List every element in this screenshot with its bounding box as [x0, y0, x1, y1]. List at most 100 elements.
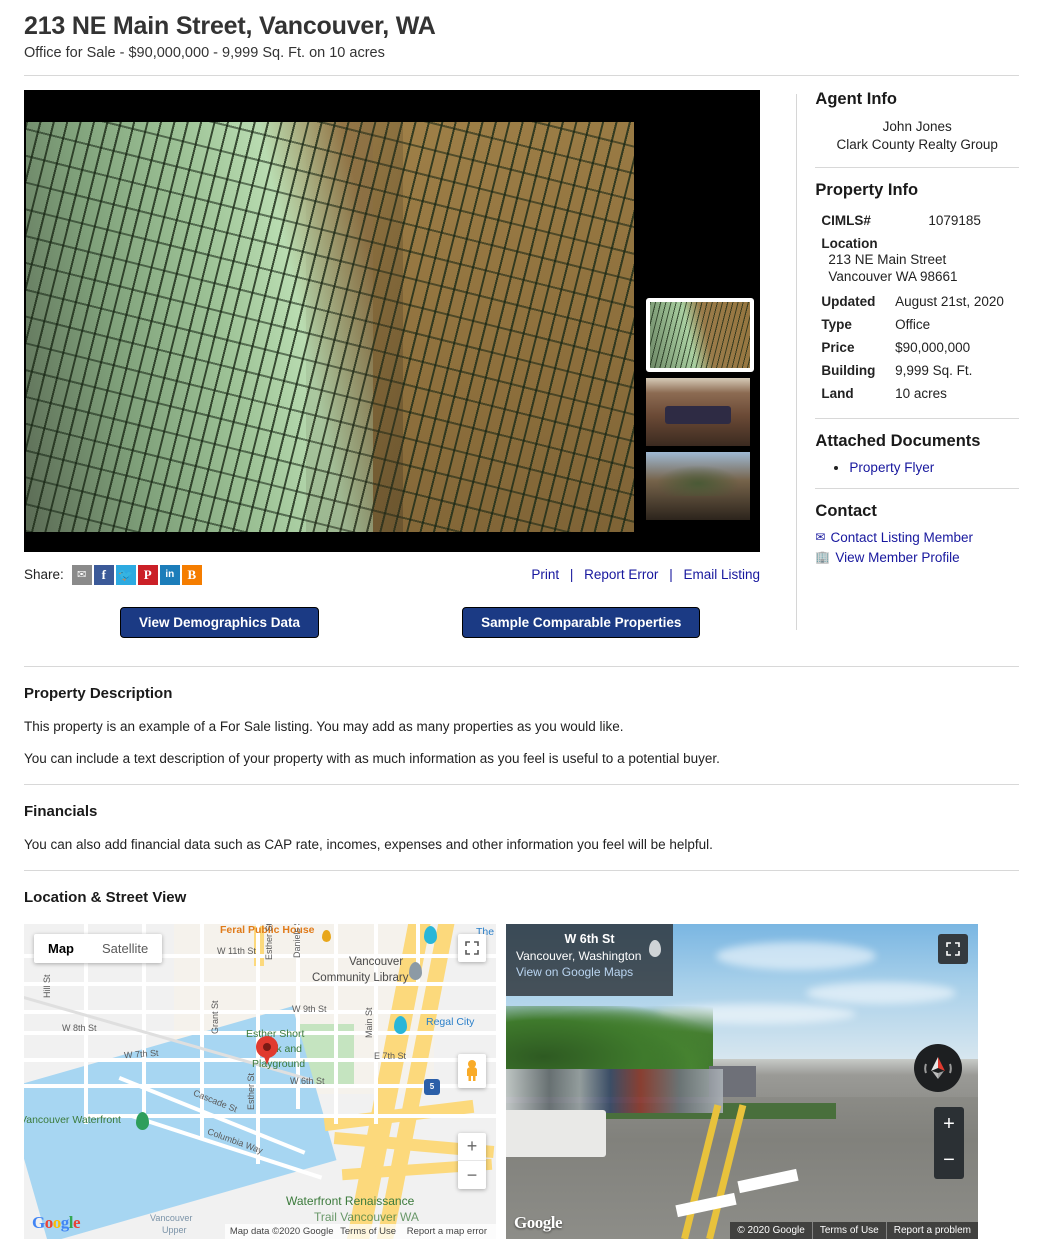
map-type-toggle[interactable]: Map Satellite [34, 933, 163, 963]
action-separator-2: | [669, 567, 673, 583]
map-property-marker[interactable] [256, 1035, 278, 1066]
financials-heading: Financials [24, 802, 98, 820]
map-zoom-out-button[interactable]: − [458, 1161, 486, 1189]
gallery-column: Share: ✉ f 🐦 P in B Print | Report Error… [24, 76, 786, 638]
thumbnail-building-exterior[interactable] [646, 297, 754, 372]
street-view-report-link[interactable]: Report a problem [885, 1221, 978, 1239]
map-terms-of-use-link[interactable]: Terms of Use [336, 1226, 400, 1237]
map-label-w8th-st: W 8th St [62, 1022, 97, 1033]
sample-comparables-button[interactable]: Sample Comparable Properties [462, 606, 701, 638]
location-street-view-heading: Location & Street View [24, 888, 187, 906]
map-label-waterfront-renaissance: Waterfront Renaissance [286, 1193, 415, 1208]
street-view-panel[interactable]: W 6th St Vancouver, Washington View on G… [506, 923, 978, 1239]
map-poi-library-icon[interactable] [409, 961, 422, 980]
financials-p1: You can also add financial data such as … [24, 836, 713, 852]
page-header: 213 NE Main Street, Vancouver, WA Office… [0, 0, 1043, 76]
pinterest-share-icon[interactable]: P [137, 564, 158, 585]
map-report-error-link[interactable]: Report a map error [403, 1226, 491, 1237]
property-row-type: Type Office [815, 313, 1019, 336]
top-content-area: Share: ✉ f 🐦 P in B Print | Report Error… [0, 76, 1043, 638]
map-poi-theater-icon[interactable] [394, 1015, 407, 1034]
street-view-cloud-1 [716, 941, 876, 970]
street-view-white-truck [506, 1109, 606, 1157]
map-label-vancouver-lower: Vancouver [150, 1212, 193, 1223]
map-poi-restaurant-icon[interactable] [322, 929, 331, 942]
contact-listing-member-link[interactable]: Contact Listing Member [830, 530, 973, 545]
street-view-pin-icon [649, 939, 661, 957]
share-icons: ✉ f 🐦 P in B [71, 564, 202, 585]
property-row-cimls: CIMLS# 1079185 [815, 209, 1019, 232]
agent-name: John Jones [882, 118, 952, 134]
land-label: Land [821, 385, 854, 401]
street-view-terms-link[interactable]: Terms of Use [811, 1221, 886, 1239]
view-demographics-button[interactable]: View Demographics Data [120, 606, 320, 638]
map-label-trail-vancouver-wa: Trail Vancouver WA [314, 1209, 419, 1224]
agent-company: Clark County Realty Group [836, 136, 998, 152]
thumbnail-park-pergola[interactable] [646, 451, 750, 520]
map-pegman-button[interactable] [458, 1053, 486, 1088]
map-label-w9th-st: W 9th St [292, 1003, 327, 1014]
map-poi-the-a-icon[interactable] [424, 925, 437, 944]
map-zoom-control[interactable]: + − [458, 1132, 486, 1189]
street-view-zoom-control[interactable]: + − [934, 1106, 964, 1179]
property-row-price: Price $90,000,000 [815, 336, 1019, 359]
price-value: $90,000,000 [895, 339, 971, 355]
property-description-p1: This property is an example of a For Sal… [24, 718, 624, 734]
maps-row: Feral Public House The A W 11th St Vanco… [0, 923, 1043, 1239]
street-view-google-logo: Google [514, 1212, 563, 1232]
map-fullscreen-button[interactable] [458, 933, 486, 962]
google-map[interactable]: Feral Public House The A W 11th St Vanco… [24, 923, 496, 1239]
map-attribution: Map data ©2020 Google Terms of Use Repor… [224, 1223, 496, 1239]
property-flyer-link[interactable]: Property Flyer [849, 460, 934, 475]
street-view-google-maps-link[interactable]: View on Google Maps [516, 965, 663, 979]
cimls-label: CIMLS# [821, 213, 871, 229]
street-view-compass-control[interactable] [914, 1043, 962, 1092]
map-street-columbia [334, 923, 338, 1124]
street-view-info-card: W 6th St Vancouver, Washington View on G… [506, 923, 673, 996]
street-view-zoom-out-button[interactable]: − [934, 1143, 964, 1179]
map-label-esther-st-south: Esther St [246, 1072, 256, 1110]
view-member-profile-link[interactable]: View Member Profile [835, 550, 959, 565]
cta-row: View Demographics Data Sample Comparable… [24, 606, 760, 638]
email-listing-link[interactable]: Email Listing [683, 567, 760, 582]
map-zoom-in-button[interactable]: + [458, 1133, 486, 1162]
map-marker-dot [263, 1042, 271, 1051]
main-photo[interactable] [26, 121, 634, 532]
property-row-location: Location 213 NE Main Street Vancouver WA… [815, 232, 1019, 290]
compass-icon [924, 1056, 952, 1079]
street-view-zoom-in-button[interactable]: + [934, 1107, 964, 1143]
facebook-share-icon[interactable]: f [93, 564, 114, 585]
street-view-attribution: © 2020 Google Terms of Use Report a prob… [730, 1221, 978, 1239]
list-item: Property Flyer [849, 460, 1019, 475]
property-row-updated: Updated August 21st, 2020 [815, 290, 1019, 313]
twitter-share-icon[interactable]: 🐦 [115, 564, 136, 585]
email-share-icon[interactable]: ✉ [71, 564, 92, 585]
page-subtitle: Office for Sale - $90,000,000 - 9,999 Sq… [24, 44, 385, 61]
map-street-w9th [24, 1009, 496, 1014]
map-label-daniels-st: Daniels St [292, 923, 302, 958]
sidebar-divider-2 [815, 417, 1019, 419]
map-poi-waterfront-icon[interactable] [136, 1111, 149, 1130]
property-row-land: Land 10 acres [815, 382, 1019, 405]
linkedin-share-icon[interactable]: in [159, 564, 180, 585]
view-member-profile-row[interactable]: 🏢 View Member Profile [815, 550, 1019, 565]
print-link[interactable]: Print [531, 567, 559, 582]
property-info-table: CIMLS# 1079185 [815, 209, 1019, 232]
contact-listing-member-row[interactable]: ✉ Contact Listing Member [815, 530, 1019, 545]
section-divider-3 [24, 869, 1019, 871]
street-view-fullscreen-button[interactable] [938, 933, 968, 964]
map-toggle-map[interactable]: Map [34, 934, 88, 963]
report-error-link[interactable]: Report Error [584, 567, 658, 582]
blogger-share-icon[interactable]: B [181, 564, 202, 585]
map-toggle-satellite[interactable]: Satellite [88, 934, 162, 963]
price-label: Price [821, 339, 855, 355]
map-label-hill-st: Hill St [42, 974, 52, 998]
thumbnail-conference-room[interactable] [646, 377, 750, 446]
body-sections: Property Description This property is an… [0, 638, 1043, 906]
attached-documents-list: Property Flyer [815, 460, 1019, 475]
map-label-w11th-st: W 11th St [217, 945, 256, 956]
photo-gallery[interactable] [24, 89, 760, 552]
sidebar-divider-1 [815, 167, 1019, 169]
street-view-copyright: © 2020 Google [737, 1224, 805, 1236]
map-street-w10th [24, 981, 496, 986]
